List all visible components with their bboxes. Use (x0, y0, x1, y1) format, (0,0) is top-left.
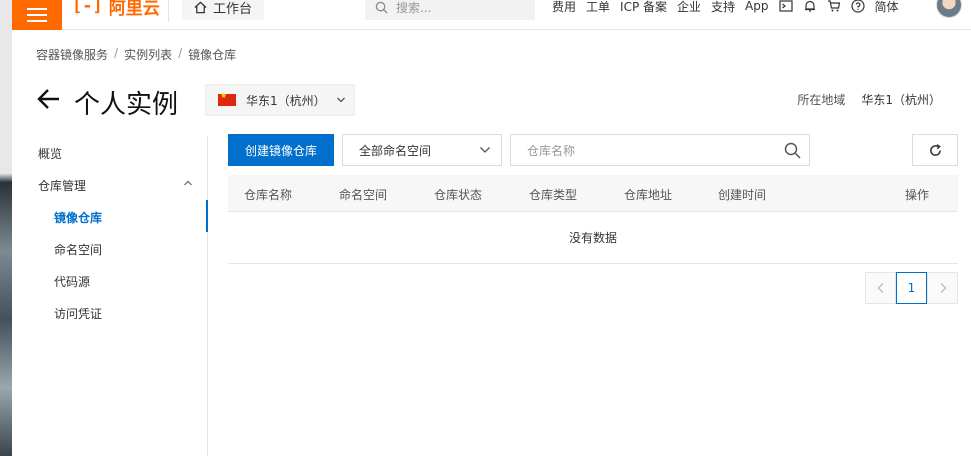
column-header-namespace: 命名空间 (339, 188, 388, 202)
empty-state: 没有数据 (228, 212, 958, 264)
nav-link-billing[interactable]: 费用 (552, 0, 576, 15)
breadcrumb-item-service[interactable]: 容器镜像服务 (36, 46, 108, 63)
sidebar-item-image-repos[interactable]: 镜像仓库 (54, 208, 102, 228)
bell-icon[interactable] (803, 0, 817, 13)
cart-icon[interactable] (827, 0, 841, 13)
nav-link-support[interactable]: 支持 (711, 0, 735, 15)
nav-link-enterprise[interactable]: 企业 (677, 0, 701, 15)
china-flag-icon (218, 91, 236, 106)
next-page-button[interactable] (927, 272, 958, 304)
workbench-label: 工作台 (213, 1, 253, 17)
namespace-select-value: 全部命名空间 (359, 143, 432, 158)
create-repo-button[interactable]: 创建镜像仓库 (228, 134, 334, 166)
chevron-down-icon (336, 97, 345, 103)
sidebar-group-repo-management[interactable]: 仓库管理 (38, 176, 86, 196)
region-select-value: 华东1（杭州） (246, 93, 326, 108)
prev-page-button[interactable] (865, 272, 896, 304)
repo-name-search-input[interactable]: 仓库名称 (510, 134, 810, 166)
breadcrumb-item-instances[interactable]: 实例列表 (124, 46, 172, 63)
logo-mark: [-] (72, 0, 103, 16)
column-header-actions: 操作 (905, 188, 930, 202)
help-icon[interactable] (850, 0, 865, 13)
column-header-type: 仓库类型 (529, 188, 578, 202)
region-info-label: 所在地域 (797, 93, 846, 107)
page-number-current[interactable]: 1 (896, 272, 927, 304)
repo-search-placeholder: 仓库名称 (527, 143, 576, 158)
sidebar-item-code-source[interactable]: 代码源 (54, 272, 90, 292)
sidebar: 概览 仓库管理 镜像仓库 命名空间 代码源 访问凭证 (24, 136, 208, 456)
terminal-icon[interactable] (778, 0, 793, 13)
chevron-down-icon (480, 147, 490, 153)
global-search-placeholder: 搜索... (396, 0, 432, 15)
desktop-background (0, 0, 12, 456)
table-header: 仓库名称 命名空间 仓库状态 仓库类型 仓库地址 创建时间 操作 (228, 175, 958, 212)
refresh-icon (929, 143, 941, 156)
nav-link-app[interactable]: App (745, 0, 768, 13)
nav-link-tickets[interactable]: 工单 (586, 0, 610, 15)
column-header-created: 创建时间 (718, 188, 767, 202)
column-header-repo-name: 仓库名称 (244, 188, 293, 202)
sidebar-item-overview[interactable]: 概览 (38, 144, 62, 164)
search-icon (375, 1, 388, 14)
nav-link-icp[interactable]: ICP 备案 (620, 0, 667, 15)
page-title: 个人实例 (74, 90, 179, 120)
menu-button[interactable] (12, 0, 62, 30)
hamburger-icon (27, 8, 47, 22)
sidebar-item-namespaces[interactable]: 命名空间 (54, 240, 102, 260)
breadcrumb-item-current: 镜像仓库 (188, 48, 237, 62)
namespace-select[interactable]: 全部命名空间 (342, 134, 502, 166)
user-avatar[interactable] (936, 0, 962, 18)
divider (168, 0, 169, 22)
global-search-input[interactable]: 搜索... (365, 0, 535, 20)
column-header-address: 仓库地址 (624, 188, 673, 202)
browser-window: [-] 阿里云 工作台 搜索... 费用 工单 ICP 备案 企业 支持 App… (12, 0, 971, 456)
language-switch[interactable]: 简体 (875, 0, 899, 15)
top-nav-links: 费用 工单 ICP 备案 企业 支持 App 简体 (552, 0, 899, 16)
chevron-up-icon[interactable] (183, 178, 193, 188)
workbench-button[interactable]: 工作台 (182, 0, 265, 20)
pagination: 1 (865, 272, 958, 304)
breadcrumb-separator: / (114, 46, 119, 60)
breadcrumb-separator: / (178, 46, 183, 60)
aliyun-logo[interactable]: [-] 阿里云 (72, 0, 160, 19)
top-navigation-bar: [-] 阿里云 工作台 搜索... 费用 工单 ICP 备案 企业 支持 App… (12, 0, 971, 30)
back-arrow-icon[interactable] (36, 86, 62, 112)
chevron-left-icon (877, 283, 883, 293)
column-header-status: 仓库状态 (434, 188, 483, 202)
search-icon[interactable] (784, 142, 801, 159)
chevron-right-icon (940, 283, 946, 293)
repo-table: 仓库名称 命名空间 仓库状态 仓库类型 仓库地址 创建时间 操作 没有数据 (228, 175, 958, 264)
active-indicator (206, 200, 208, 232)
refresh-button[interactable] (912, 134, 958, 166)
logo-text: 阿里云 (108, 0, 160, 19)
breadcrumb: 容器镜像服务 / 实例列表 / 镜像仓库 (36, 46, 236, 63)
region-select[interactable]: 华东1（杭州） (205, 84, 355, 116)
region-info: 所在地域 华东1（杭州） (797, 91, 941, 108)
sidebar-item-access-credentials[interactable]: 访问凭证 (54, 304, 102, 324)
home-icon (194, 1, 207, 13)
region-info-value: 华东1（杭州） (861, 93, 941, 107)
